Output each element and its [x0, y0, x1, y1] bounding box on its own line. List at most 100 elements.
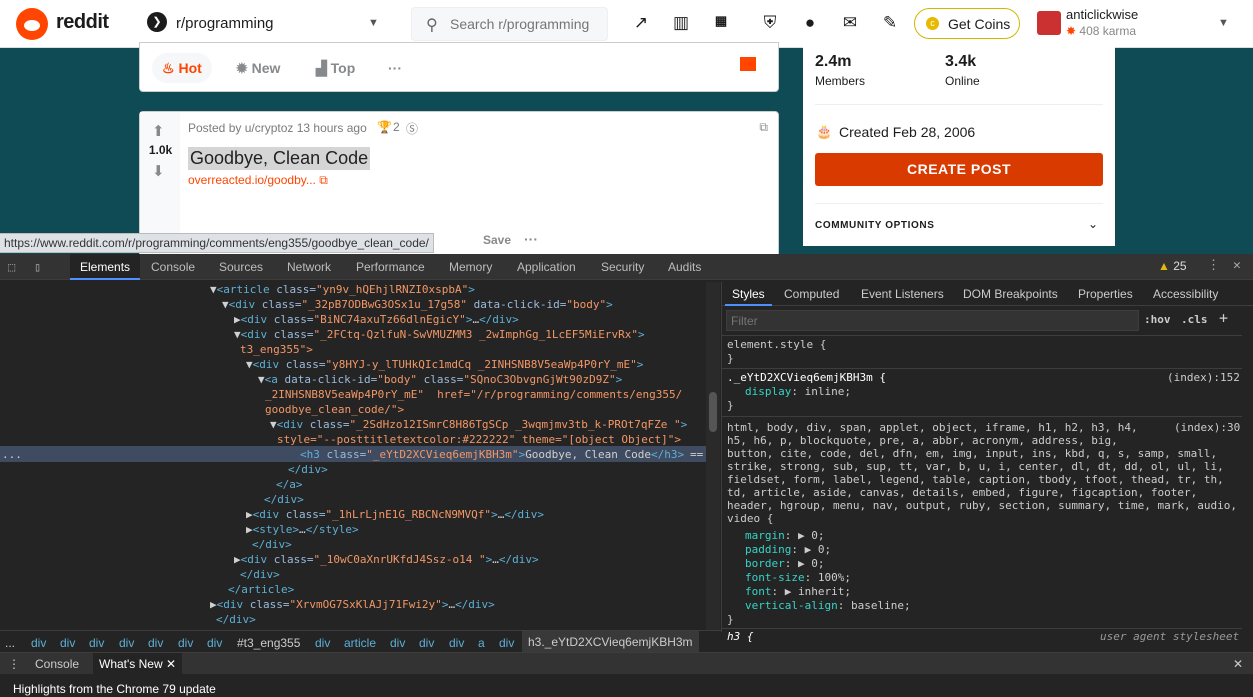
silver-award-icon[interactable]: Ⓢ: [406, 120, 418, 137]
breadcrumb-item[interactable]: div: [419, 636, 434, 650]
tree-toggle-icon[interactable]: ▼: [210, 283, 217, 296]
user-avatar[interactable]: [1037, 11, 1061, 35]
breadcrumb-item[interactable]: div: [449, 636, 464, 650]
username[interactable]: anticlickwise: [1066, 7, 1138, 22]
tree-toggle-icon[interactable]: ▼: [246, 358, 253, 371]
subreddit-name[interactable]: r/programming: [176, 15, 274, 32]
create-post-button[interactable]: CREATE POST: [815, 153, 1103, 186]
styles-tab-styles[interactable]: Styles: [725, 282, 772, 306]
dom-node-line[interactable]: ▼<article class="yn9v_hQEhjlRNZI0xspbA">: [210, 282, 475, 297]
close-devtools-icon[interactable]: ✕: [1233, 258, 1241, 273]
collapsed-ellipsis[interactable]: …: [299, 523, 306, 536]
tree-toggle-icon[interactable]: ▶: [210, 598, 217, 611]
styles-tab-accessibility[interactable]: Accessibility: [1153, 287, 1218, 301]
warnings-badge[interactable]: ▲ 25: [1158, 259, 1187, 273]
dom-node-line[interactable]: </a>: [276, 477, 303, 492]
style-declaration[interactable]: padding: ▶ 0;: [745, 543, 831, 557]
styles-tab-properties[interactable]: Properties: [1078, 287, 1133, 301]
drawer-tab-console[interactable]: Console: [35, 657, 79, 671]
tree-toggle-icon[interactable]: ▶: [246, 508, 253, 521]
styles-filter[interactable]: [726, 310, 1139, 331]
user-menu-chevron-icon[interactable]: ▼: [1218, 17, 1229, 29]
class-toggle[interactable]: .cls: [1181, 313, 1208, 326]
devtools-tab-console[interactable]: Console: [151, 260, 195, 274]
style-declaration[interactable]: vertical-align: baseline;: [745, 599, 911, 613]
devtools-tab-elements[interactable]: Elements: [70, 254, 141, 280]
dom-node-line[interactable]: ▼<div class="_2FCtq-QzlfuN-SwVMUZMM3 _2w…: [234, 327, 645, 342]
style-declaration[interactable]: border: ▶ 0;: [745, 557, 825, 571]
breadcrumb-item[interactable]: div: [315, 636, 330, 650]
devtools-tab-audits[interactable]: Audits: [668, 260, 701, 274]
new-rule-icon[interactable]: +: [1219, 309, 1228, 327]
dom-node-line[interactable]: </article>: [228, 582, 294, 597]
dom-node-line[interactable]: </div>: [216, 612, 256, 627]
all-icon[interactable]: ▦: [711, 13, 731, 29]
layout-chevron-icon[interactable]: ▼: [749, 60, 757, 69]
breadcrumb-item[interactable]: div: [207, 636, 222, 650]
post-title[interactable]: Goodbye, Clean Code: [188, 147, 371, 170]
devtools-tab-security[interactable]: Security: [601, 260, 644, 274]
mod-shield-icon[interactable]: ⛨: [760, 13, 780, 33]
hover-state-toggle[interactable]: :hov: [1144, 313, 1171, 326]
dom-node-line[interactable]: ▼<div class="_2SdHzo12ISmrC8H86TgSCp _3w…: [270, 417, 687, 432]
tree-toggle-icon[interactable]: ▼: [258, 373, 265, 386]
breadcrumb-item[interactable]: h3._eYtD2XCVieq6emjKBH3m: [522, 631, 699, 653]
create-post-pencil-icon[interactable]: ✎: [880, 13, 900, 33]
breadcrumb-item[interactable]: div: [178, 636, 193, 650]
dom-node-line[interactable]: </div>: [240, 567, 280, 582]
collapsed-ellipsis[interactable]: …: [492, 553, 499, 566]
drawer-tab-whats-new[interactable]: What's New ✕: [93, 653, 183, 675]
breadcrumb-item[interactable]: div: [119, 636, 134, 650]
dom-node-line[interactable]: ▼<a data-click-id="body" class="SQnoC3Ob…: [258, 372, 622, 387]
breadcrumb-item[interactable]: a: [478, 636, 485, 650]
post-link[interactable]: overreacted.io/goodby... ⧉: [188, 173, 328, 188]
devtools-tab-performance[interactable]: Performance: [356, 260, 425, 274]
downvote-icon[interactable]: ⬇: [152, 162, 165, 180]
devtools-menu-icon[interactable]: ⋮: [1207, 258, 1220, 273]
chevron-down-icon[interactable]: ⌄: [1088, 217, 1098, 231]
tree-toggle-icon[interactable]: ▼: [234, 328, 241, 341]
dom-node-line[interactable]: ▶<style>…</style>: [246, 522, 359, 537]
style-declaration[interactable]: display: inline;: [745, 385, 851, 399]
breadcrumb-item[interactable]: div: [148, 636, 163, 650]
node-ellipsis[interactable]: ...: [2, 447, 22, 462]
breadcrumb-item[interactable]: div: [60, 636, 75, 650]
dom-node-line[interactable]: ▶<div class="_10wC0aXnrUKfdJ4Ssz-o14 ">……: [234, 552, 539, 567]
dom-node-line[interactable]: ▶<div class="XrvmOG7SxKlAJj71Fwi2y">…</d…: [210, 597, 495, 612]
dom-node-line[interactable]: <h3 class="_eYtD2XCVieq6emjKBH3m">Goodby…: [300, 447, 684, 462]
search-input[interactable]: [450, 16, 600, 32]
devtools-tab-application[interactable]: Application: [517, 260, 576, 274]
breadcrumb-item[interactable]: div: [89, 636, 104, 650]
dom-node-line[interactable]: </div>: [264, 492, 304, 507]
breadcrumb-item[interactable]: div: [31, 636, 46, 650]
tree-toggle-icon[interactable]: ▶: [246, 523, 253, 536]
mail-icon[interactable]: ✉: [840, 13, 860, 33]
dom-node-line[interactable]: ▼<div class="y8HYJ-y_lTUHkQIc1mdCq _2INH…: [246, 357, 643, 372]
style-declaration[interactable]: margin: ▶ 0;: [745, 529, 825, 543]
styles-tab-dom-breakpoints[interactable]: DOM Breakpoints: [963, 287, 1058, 301]
trending-icon[interactable]: ↗: [631, 13, 651, 33]
inspect-element-icon[interactable]: ⬚: [8, 260, 15, 274]
save-button[interactable]: Save: [483, 233, 511, 247]
reddit-logo-icon[interactable]: [16, 8, 48, 40]
sort-hot-button[interactable]: ♨ Hot: [152, 53, 212, 83]
tree-toggle-icon[interactable]: ▶: [234, 313, 241, 326]
get-coins-button[interactable]: c Get Coins: [914, 8, 1020, 39]
leaderboard-icon[interactable]: ▥: [671, 13, 691, 33]
breadcrumb-item[interactable]: #t3_eng355: [237, 636, 300, 650]
breadcrumb-item[interactable]: div: [499, 636, 514, 650]
device-toolbar-icon[interactable]: ▯: [34, 260, 41, 274]
dom-node-line[interactable]: ▶<div class="_1hLrLjnE1G_RBCNcN9MVQf">…<…: [246, 507, 544, 522]
drawer-menu-icon[interactable]: ⋮: [8, 657, 20, 671]
tree-toggle-icon[interactable]: ▼: [222, 298, 229, 311]
award-icon[interactable]: 🏆: [377, 120, 392, 134]
styles-tab-computed[interactable]: Computed: [784, 287, 839, 301]
rule-source-link[interactable]: (index):152: [1167, 371, 1240, 385]
devtools-tab-sources[interactable]: Sources: [219, 260, 263, 274]
scrollbar-thumb[interactable]: [709, 392, 717, 432]
dom-node-line[interactable]: _2INHSNB8V5eaWp4P0rY_mE" href="/r/progra…: [265, 387, 682, 402]
devtools-tab-memory[interactable]: Memory: [449, 260, 492, 274]
external-link-icon[interactable]: ⧉: [759, 120, 768, 135]
dom-node-line[interactable]: goodbye_clean_code/">: [265, 402, 404, 417]
elements-tree[interactable]: ▼<article class="yn9v_hQEhjlRNZI0xspbA">…: [0, 282, 720, 632]
